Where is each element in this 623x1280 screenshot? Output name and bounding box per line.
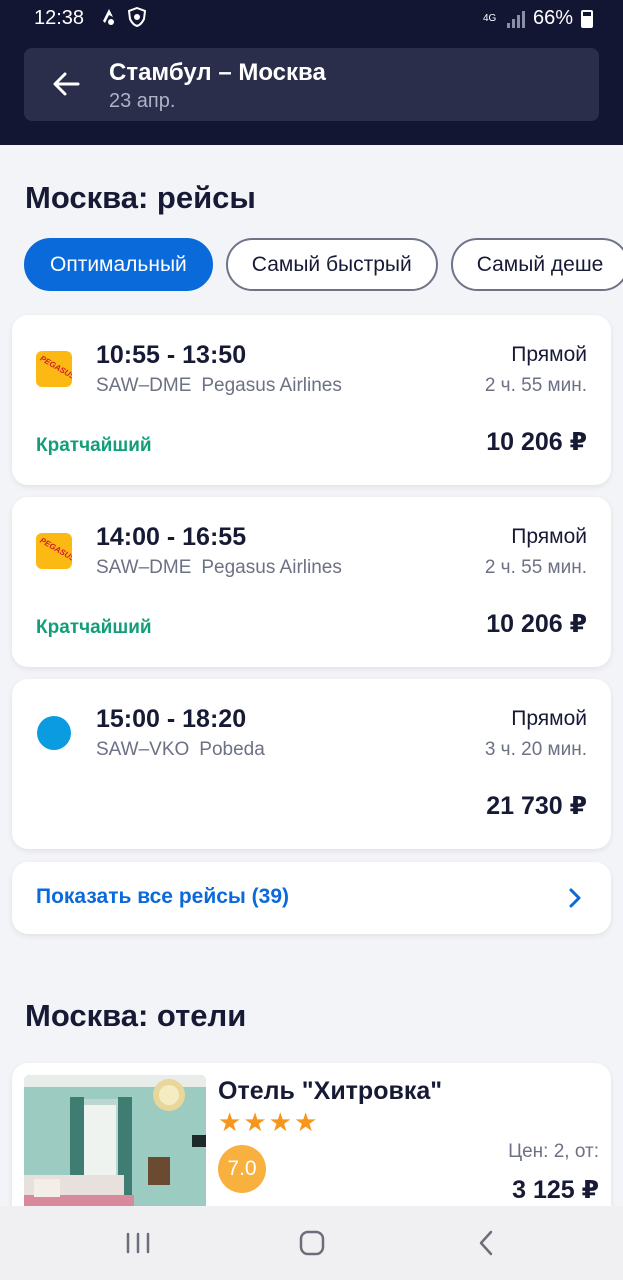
flight-card[interactable]: PEGASUS 10:55 - 13:50 SAW–DME Pegasus Air… bbox=[12, 315, 611, 485]
notification-icon bbox=[103, 9, 114, 25]
signal-icon bbox=[506, 10, 525, 28]
hotel-card[interactable]: Отель "Хитровка" ★ ★ ★ ★ 7.0 Цен: 2, от:… bbox=[12, 1063, 611, 1206]
hotel-stars: ★ ★ ★ ★ bbox=[218, 1109, 317, 1135]
flight-tag: Кратчайший bbox=[36, 435, 152, 456]
star-icon: ★ bbox=[293, 1107, 318, 1137]
hotel-price: 3 125 ₽ bbox=[512, 1176, 599, 1204]
flight-type: Прямой bbox=[511, 707, 587, 730]
filter-fastest[interactable]: Самый быстрый bbox=[225, 238, 438, 291]
airline-name: Pegasus Airlines bbox=[201, 557, 342, 578]
network-type: 4G bbox=[482, 12, 497, 24]
flight-duration: 3 ч. 20 мин. bbox=[484, 739, 587, 760]
route-date: 23 апр. bbox=[109, 90, 176, 112]
hotel-photo bbox=[24, 1075, 206, 1206]
hotel-name: Отель "Хитровка" bbox=[218, 1077, 443, 1105]
arrow-left-icon[interactable] bbox=[50, 68, 82, 100]
flight-card[interactable]: 15:00 - 18:20 SAW–VKO Pobeda Прямой 3 ч. … bbox=[12, 679, 611, 849]
home-icon[interactable] bbox=[297, 1228, 327, 1258]
flight-times: 10:55 - 13:50 bbox=[96, 341, 247, 369]
app-header: 12:38 4G 66% Стамбул – Москва 23 апр. bbox=[0, 0, 623, 145]
flight-route: SAW–DME Pegasus Airlines bbox=[96, 375, 342, 397]
chevron-right-icon bbox=[569, 888, 581, 908]
search-summary[interactable]: Стамбул – Москва 23 апр. bbox=[24, 48, 599, 121]
filter-optimal[interactable]: Оптимальный bbox=[24, 238, 213, 291]
route-codes: SAW–DME bbox=[96, 375, 192, 396]
flight-times: 14:00 - 16:55 bbox=[96, 523, 247, 551]
flight-price: 10 206 ₽ bbox=[486, 610, 587, 638]
route-codes: SAW–VKO bbox=[96, 739, 190, 760]
status-bar: 12:38 4G 66% bbox=[0, 0, 623, 38]
system-navigation-bar bbox=[0, 1206, 623, 1280]
status-time: 12:38 bbox=[34, 7, 85, 29]
star-icon: ★ bbox=[268, 1107, 292, 1137]
airline-name: Pegasus Airlines bbox=[201, 375, 342, 396]
flight-card[interactable]: PEGASUS 14:00 - 16:55 SAW–DME Pegasus Air… bbox=[12, 497, 611, 667]
filter-cheapest[interactable]: Самый деше bbox=[450, 238, 623, 291]
flights-section-title: Москва: рейсы bbox=[25, 180, 256, 215]
pobeda-logo-icon bbox=[37, 716, 71, 750]
flight-route: SAW–VKO Pobeda bbox=[96, 739, 265, 761]
flight-type: Прямой bbox=[511, 525, 587, 548]
flight-price: 21 730 ₽ bbox=[486, 792, 587, 820]
route-title: Стамбул – Москва bbox=[109, 59, 326, 86]
route-codes: SAW–DME bbox=[96, 557, 192, 578]
hotel-price-label: Цен: 2, от: bbox=[508, 1141, 599, 1162]
show-all-label: Показать все рейсы (39) bbox=[36, 885, 290, 908]
flight-route: SAW–DME Pegasus Airlines bbox=[96, 557, 342, 579]
flight-duration: 2 ч. 55 мин. bbox=[484, 557, 587, 578]
show-all-flights-button[interactable]: Показать все рейсы (39) bbox=[12, 862, 611, 934]
flight-price: 10 206 ₽ bbox=[486, 428, 587, 456]
battery-icon bbox=[581, 9, 593, 28]
pegasus-logo-icon: PEGASUS bbox=[36, 533, 72, 569]
flight-times: 15:00 - 18:20 bbox=[96, 705, 247, 733]
hotel-rating-badge: 7.0 bbox=[218, 1145, 266, 1193]
shield-icon bbox=[128, 7, 146, 27]
flight-duration: 2 ч. 55 мин. bbox=[484, 375, 587, 396]
hotels-section-title: Москва: отели bbox=[25, 998, 247, 1033]
sort-filters: Оптимальный Самый быстрый Самый деше bbox=[24, 238, 623, 291]
airline-name: Pobeda bbox=[199, 739, 265, 760]
flight-tag: Кратчайший bbox=[36, 617, 152, 638]
star-icon: ★ bbox=[218, 1107, 242, 1137]
flight-type: Прямой bbox=[511, 343, 587, 366]
pegasus-logo-icon: PEGASUS bbox=[36, 351, 72, 387]
main-content[interactable]: Москва: рейсы Оптимальный Самый быстрый … bbox=[0, 145, 623, 1206]
back-nav-icon[interactable] bbox=[472, 1228, 502, 1258]
battery-percent: 66% bbox=[532, 7, 573, 29]
star-icon: ★ bbox=[243, 1107, 267, 1137]
recent-apps-icon[interactable] bbox=[123, 1228, 153, 1258]
